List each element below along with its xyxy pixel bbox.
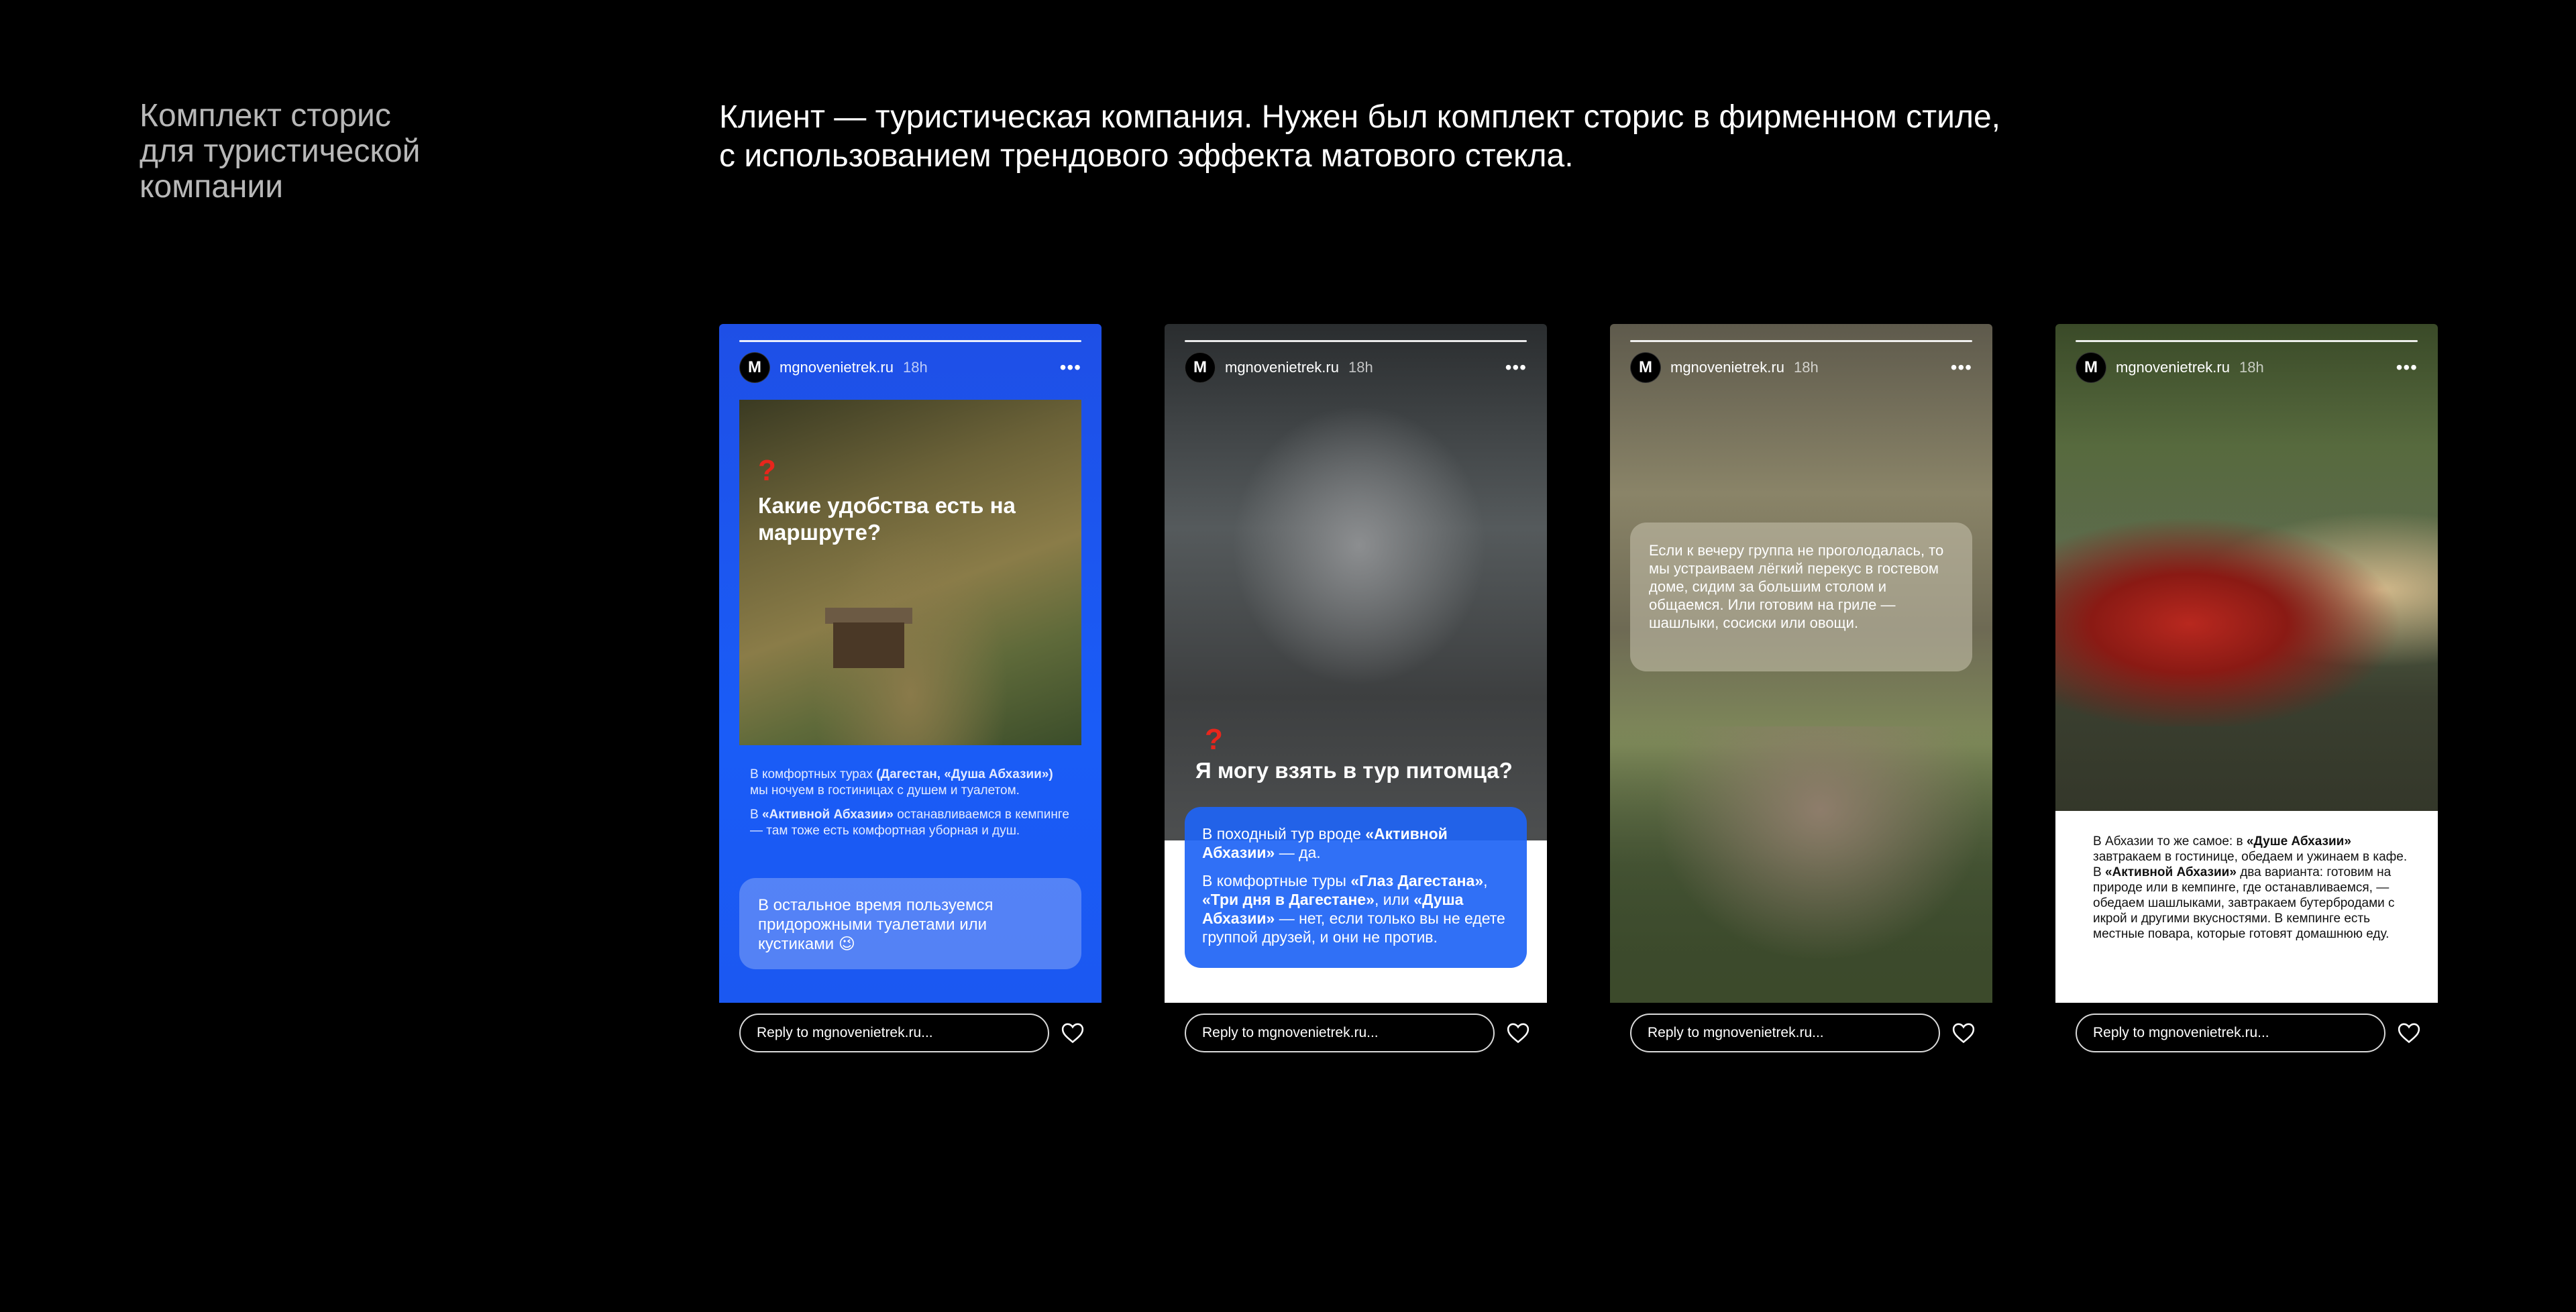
story-header: M mgnovenietrek.ru 18h ••• xyxy=(1630,352,1972,383)
avatar[interactable]: M xyxy=(739,352,770,383)
story-paragraph: В «Активной Абхазии» останавливаемся в к… xyxy=(750,808,1069,838)
cat-photo xyxy=(1232,404,1487,686)
more-options-icon[interactable]: ••• xyxy=(1505,358,1527,377)
more-options-icon[interactable]: ••• xyxy=(2396,358,2418,377)
more-options-icon[interactable]: ••• xyxy=(1951,358,1972,377)
story-reply-bar: Reply to mgnovenietrek.ru... xyxy=(719,1013,1102,1053)
story-reply-bar: Reply to mgnovenietrek.ru... xyxy=(1165,1013,1547,1053)
reply-input[interactable]: Reply to mgnovenietrek.ru... xyxy=(2076,1014,2385,1052)
reply-input[interactable]: Reply to mgnovenietrek.ru... xyxy=(1185,1014,1495,1052)
username[interactable]: mgnovenietrek.ru xyxy=(780,359,894,376)
story-paragraph: В комфортных турах (Дагестан, «Душа Абха… xyxy=(750,767,1053,798)
story-progress-bar xyxy=(2076,340,2418,342)
username[interactable]: mgnovenietrek.ru xyxy=(2116,359,2230,376)
story-time: 18h xyxy=(2239,359,2264,376)
story-time: 18h xyxy=(902,359,928,376)
username[interactable]: mgnovenietrek.ru xyxy=(1225,359,1339,376)
more-options-icon[interactable]: ••• xyxy=(1060,358,1081,377)
story-question-title: Какие удобства есть на маршруте? xyxy=(758,493,1016,545)
frosted-glass-bubble: Если к вечеру группа не проголодалась, т… xyxy=(1630,523,1972,671)
story-question-title: Я могу взять в тур питомца? xyxy=(1195,758,1513,783)
story-card-1[interactable]: M mgnovenietrek.ru 18h ••• ? Какие удобс… xyxy=(719,324,1102,1003)
avatar[interactable]: M xyxy=(1630,352,1661,383)
project-description: Клиент — туристическая компания. Нужен б… xyxy=(719,99,2000,174)
heart-icon[interactable] xyxy=(1951,1020,1976,1046)
hut-illustration xyxy=(825,608,912,668)
story-paragraph: В Абхазии то же самое: в «Душе Абхазии» … xyxy=(2093,834,2408,941)
frosted-glass-bubble: В походный тур вроде «Активной Абхазии» … xyxy=(1185,807,1527,968)
food-photo xyxy=(2055,498,2438,726)
story-progress-bar xyxy=(739,340,1081,342)
story-header: M mgnovenietrek.ru 18h ••• xyxy=(739,352,1081,383)
question-mark-icon: ? xyxy=(758,454,776,487)
heart-icon[interactable] xyxy=(1505,1020,1531,1046)
reply-input[interactable]: Reply to mgnovenietrek.ru... xyxy=(739,1014,1049,1052)
story-card-3[interactable]: M mgnovenietrek.ru 18h ••• Если к вечеру… xyxy=(1610,324,1992,1003)
mountain-photo: ? Какие удобства есть на маршруте? xyxy=(739,400,1081,745)
story-card-4[interactable]: M mgnovenietrek.ru 18h ••• В Абхазии то … xyxy=(2055,324,2438,1003)
avatar[interactable]: M xyxy=(2076,352,2106,383)
story-time: 18h xyxy=(1793,359,1819,376)
heart-icon[interactable] xyxy=(2396,1020,2422,1046)
story-progress-bar xyxy=(1630,340,1972,342)
frosted-glass-bubble: В остальное время пользуемся придорожным… xyxy=(739,878,1081,969)
question-mark-icon: ? xyxy=(1205,723,1223,756)
story-progress-bar xyxy=(1185,340,1527,342)
heart-icon[interactable] xyxy=(1060,1020,1085,1046)
page-title: Комплект сторис для туристической компан… xyxy=(140,98,421,205)
story-reply-bar: Reply to mgnovenietrek.ru... xyxy=(1610,1013,1992,1053)
group-photo xyxy=(1610,726,1992,1003)
avatar[interactable]: M xyxy=(1185,352,1216,383)
story-header: M mgnovenietrek.ru 18h ••• xyxy=(2076,352,2418,383)
story-reply-bar: Reply to mgnovenietrek.ru... xyxy=(2055,1013,2438,1053)
reply-input[interactable]: Reply to mgnovenietrek.ru... xyxy=(1630,1014,1940,1052)
story-card-2[interactable]: M mgnovenietrek.ru 18h ••• ? Я могу взят… xyxy=(1165,324,1547,1003)
username[interactable]: mgnovenietrek.ru xyxy=(1670,359,1784,376)
story-time: 18h xyxy=(1348,359,1373,376)
story-header: M mgnovenietrek.ru 18h ••• xyxy=(1185,352,1527,383)
